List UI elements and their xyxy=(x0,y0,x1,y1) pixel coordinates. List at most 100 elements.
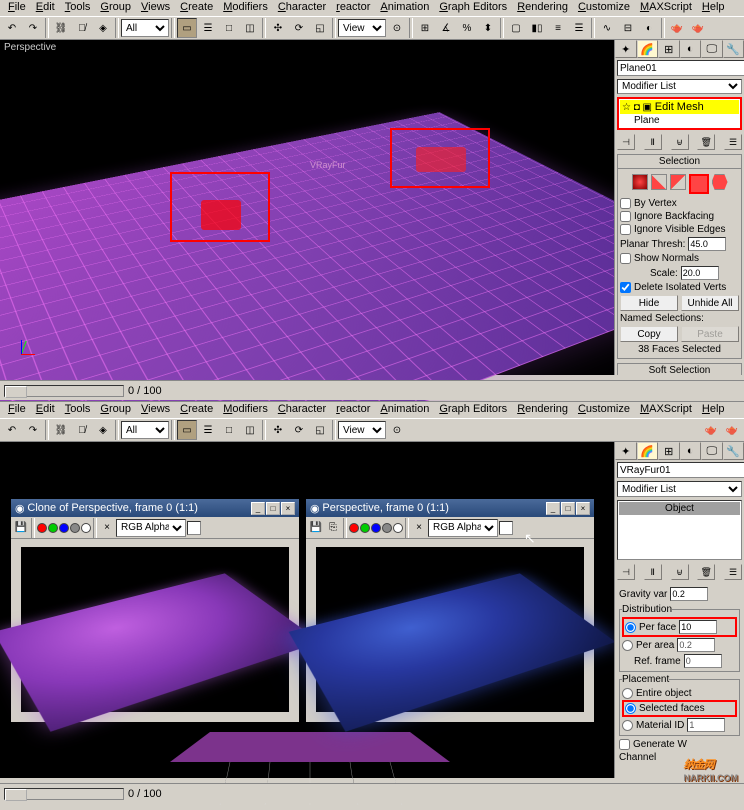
entire-object-radio[interactable] xyxy=(622,688,633,699)
face-subobj-icon[interactable] xyxy=(670,174,686,190)
menu-group-2[interactable]: Group xyxy=(96,403,135,417)
channel-alpha-icon[interactable] xyxy=(382,523,392,533)
show-end-button[interactable]: Ⅱ xyxy=(644,564,662,580)
hierarchy-tab[interactable]: ⊞ xyxy=(658,40,680,58)
selection-filter-2[interactable]: All xyxy=(121,421,169,439)
time-slider[interactable] xyxy=(4,385,124,397)
gravity-spinner[interactable] xyxy=(670,587,708,601)
modify-tab[interactable]: 🌈 xyxy=(637,40,659,58)
menu-file-2[interactable]: File xyxy=(4,403,30,417)
close-icon[interactable]: × xyxy=(281,502,295,515)
modify-tab-2[interactable]: 🌈 xyxy=(637,442,659,460)
paste-button[interactable]: Paste xyxy=(681,326,739,342)
create-tab[interactable]: ✦ xyxy=(615,40,637,58)
menu-reactor[interactable]: reactor xyxy=(332,1,374,15)
bg-swatch[interactable] xyxy=(499,521,513,535)
configure-button[interactable]: ☰ xyxy=(724,564,742,580)
link-button-2[interactable]: ⛓ xyxy=(51,420,71,440)
menu-create[interactable]: Create xyxy=(176,1,217,15)
menu-group[interactable]: Group xyxy=(96,1,135,15)
ref-frame-spinner[interactable] xyxy=(684,654,722,668)
menu-edit[interactable]: Edit xyxy=(32,1,59,15)
viewport[interactable]: Perspective VRayFur xyxy=(0,40,614,375)
render-window-main[interactable]: ◉ Perspective, frame 0 (1:1) _□× 💾 ⎘ × R… xyxy=(305,498,595,723)
modifier-list-combo-2[interactable]: Modifier List xyxy=(617,481,742,497)
quick-render-button-2[interactable]: 🫖 xyxy=(722,420,742,440)
modifier-plane[interactable]: Plane xyxy=(620,114,739,127)
menu-character[interactable]: Character xyxy=(274,1,330,15)
generate-w-checkbox[interactable] xyxy=(619,739,630,750)
per-area-spinner[interactable] xyxy=(677,638,715,652)
pin-stack-button[interactable]: ⊣ xyxy=(617,134,635,150)
rotate-button[interactable]: ⟳ xyxy=(289,18,309,38)
per-face-spinner[interactable] xyxy=(679,620,717,634)
menu-views-2[interactable]: Views xyxy=(137,403,174,417)
time-slider-2[interactable] xyxy=(4,788,124,800)
display-tab[interactable]: 🖵 xyxy=(701,40,723,58)
schematic-button[interactable]: ⊟ xyxy=(618,18,638,38)
object-name-field-2[interactable] xyxy=(617,462,744,478)
menu-modifiers-2[interactable]: Modifiers xyxy=(219,403,272,417)
modifier-list-combo[interactable]: Modifier List xyxy=(617,79,742,94)
configure-button[interactable]: ☰ xyxy=(724,134,742,150)
menu-file[interactable]: File xyxy=(4,1,30,15)
ref-coord-combo-2[interactable]: View xyxy=(338,421,386,439)
menu-modifiers[interactable]: Modifiers xyxy=(219,1,272,15)
pivot-button[interactable]: ⊙ xyxy=(387,18,407,38)
polygon-subobj-icon[interactable] xyxy=(689,174,709,194)
menubar-2[interactable]: File Edit Tools Group Views Create Modif… xyxy=(0,402,744,418)
by-vertex-checkbox[interactable] xyxy=(620,198,631,209)
soft-sel-title[interactable]: Soft Selection xyxy=(618,364,741,375)
show-end-button[interactable]: Ⅱ xyxy=(644,134,662,150)
stack-object[interactable]: Object xyxy=(619,502,740,515)
menu-help[interactable]: Help xyxy=(698,1,729,15)
quick-render-button[interactable]: 🫖 xyxy=(688,18,708,38)
menu-character-2[interactable]: Character xyxy=(274,403,330,417)
window-crossing-button[interactable]: ◫ xyxy=(240,18,260,38)
menu-customize[interactable]: Customize xyxy=(574,1,634,15)
ref-coord-combo[interactable]: View xyxy=(338,19,386,37)
angle-snap-button[interactable]: ∡ xyxy=(436,18,456,38)
element-subobj-icon[interactable] xyxy=(712,174,728,190)
pin-stack-button[interactable]: ⊣ xyxy=(617,564,635,580)
save-image-button[interactable]: 💾 xyxy=(308,520,324,536)
copy-button[interactable]: Copy xyxy=(620,326,678,342)
scale-button-2[interactable]: ◱ xyxy=(310,420,330,440)
redo-button-2[interactable]: ↷ xyxy=(23,420,43,440)
viewport-2[interactable]: ◉ Clone of Perspective, frame 0 (1:1) _□… xyxy=(0,442,614,778)
remove-mod-button[interactable]: 🗑 xyxy=(697,564,715,580)
clear-button[interactable]: × xyxy=(99,520,115,536)
menu-maxscript-2[interactable]: MAXScript xyxy=(636,403,696,417)
menu-views[interactable]: Views xyxy=(137,1,174,15)
command-tabs[interactable]: ✦ 🌈 ⊞ ◐ 🖵 🔧 xyxy=(615,40,744,58)
render-title-1[interactable]: ◉ Clone of Perspective, frame 0 (1:1) _□… xyxy=(11,499,299,517)
select-name-button-2[interactable]: ☰ xyxy=(198,420,218,440)
bind-button-2[interactable]: ◈ xyxy=(93,420,113,440)
motion-tab-2[interactable]: ◐ xyxy=(680,442,702,460)
selection-filter[interactable]: All xyxy=(121,19,169,37)
unique-button[interactable]: ⊌ xyxy=(671,134,689,150)
close-icon[interactable]: × xyxy=(576,502,590,515)
object-name-field[interactable] xyxy=(617,60,744,76)
select-region-button-2[interactable]: □ xyxy=(219,420,239,440)
command-tabs-2[interactable]: ✦ 🌈 ⊞ ◐ 🖵 🔧 xyxy=(615,442,744,460)
utilities-tab[interactable]: 🔧 xyxy=(723,40,744,58)
channel-mono-icon[interactable] xyxy=(393,523,403,533)
bg-swatch[interactable] xyxy=(187,521,201,535)
planar-thresh-spinner[interactable] xyxy=(688,237,726,251)
remove-mod-button[interactable]: 🗑 xyxy=(697,134,715,150)
channel-combo-2[interactable]: RGB Alpha xyxy=(428,519,498,537)
maximize-icon[interactable]: □ xyxy=(561,502,575,515)
maximize-icon[interactable]: □ xyxy=(266,502,280,515)
curve-editor-button[interactable]: ∿ xyxy=(597,18,617,38)
delete-isolated-checkbox[interactable] xyxy=(620,282,631,293)
display-tab-2[interactable]: 🖵 xyxy=(701,442,723,460)
channel-blue-icon[interactable] xyxy=(371,523,381,533)
menu-reactor-2[interactable]: reactor xyxy=(332,403,374,417)
undo-button-2[interactable]: ↶ xyxy=(2,420,22,440)
menu-animation-2[interactable]: Animation xyxy=(376,403,433,417)
menu-edit-2[interactable]: Edit xyxy=(32,403,59,417)
channel-green-icon[interactable] xyxy=(48,523,58,533)
spinner-snap-button[interactable]: ⬍ xyxy=(478,18,498,38)
utilities-tab-2[interactable]: 🔧 xyxy=(723,442,744,460)
